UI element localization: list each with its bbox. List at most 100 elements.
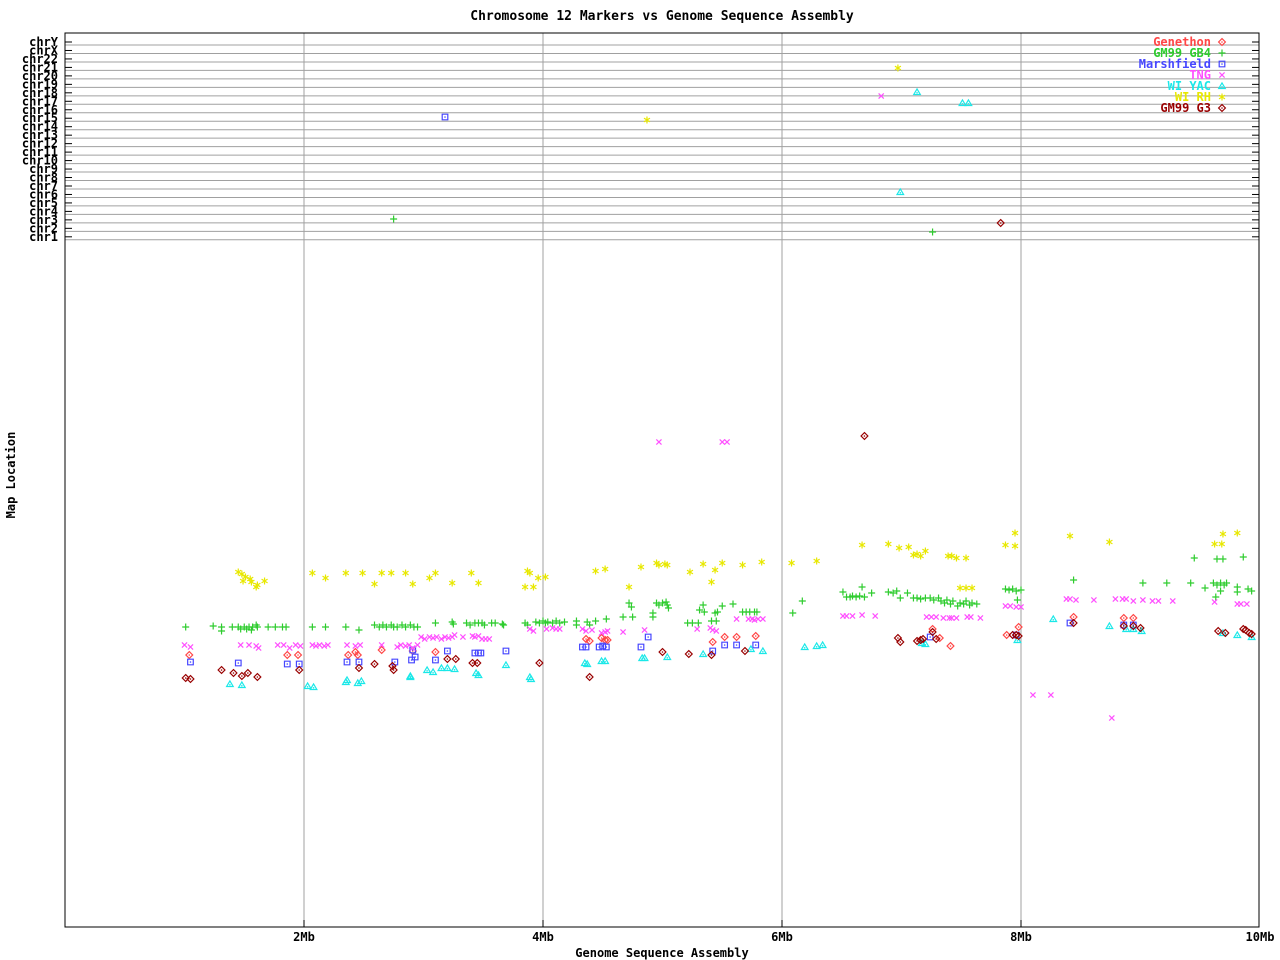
data-point-marker (884, 588, 892, 596)
data-point-marker (1119, 613, 1129, 623)
data-point-marker (688, 619, 696, 627)
data-point-marker (1129, 613, 1138, 623)
data-point-marker (1155, 597, 1162, 605)
data-point-marker (860, 431, 869, 441)
data-point-marker (294, 665, 304, 675)
data-point-marker (1187, 579, 1195, 587)
data-point-marker (1047, 691, 1054, 699)
data-point-marker (641, 626, 648, 634)
data-point-marker (428, 667, 438, 676)
data-point-marker (872, 612, 879, 620)
plot-border (64, 32, 1260, 928)
data-point-marker (953, 614, 960, 622)
x-tick-label: 8Mb (1010, 930, 1032, 944)
data-point-marker (432, 569, 439, 577)
data-point-marker (414, 623, 422, 631)
data-point-marker (1002, 541, 1009, 549)
data-point-marker (246, 641, 253, 649)
data-point-marker (789, 609, 797, 617)
data-point-marker (1218, 71, 1226, 79)
data-point-marker (185, 650, 194, 660)
data-point-marker (502, 647, 510, 655)
chromosome-label: chr1 (29, 230, 58, 244)
data-point-marker (228, 623, 236, 631)
data-point-marker (629, 613, 637, 621)
data-point-marker (718, 602, 726, 610)
data-point-marker (1090, 596, 1097, 604)
data-point-marker (422, 665, 432, 674)
data-point-marker (720, 632, 729, 642)
data-point-marker (940, 614, 947, 622)
data-point-marker (903, 589, 911, 597)
data-point-marker (885, 540, 892, 548)
data-point-marker (582, 643, 590, 651)
data-point-marker (274, 641, 281, 649)
data-point-marker (1105, 621, 1114, 630)
data-point-marker (498, 620, 506, 628)
data-point-marker (813, 557, 820, 565)
data-point-marker (962, 554, 970, 562)
data-point-marker (707, 650, 716, 660)
data-point-marker (1211, 598, 1218, 606)
data-point-marker (585, 672, 594, 682)
data-point-marker (643, 116, 651, 124)
data-point-marker (532, 618, 540, 626)
data-point-marker (253, 672, 262, 682)
data-point-marker (601, 565, 609, 573)
data-point-marker (658, 647, 667, 657)
data-point-marker (1072, 596, 1079, 604)
data-point-marker (977, 614, 984, 622)
data-point-marker (699, 601, 707, 609)
data-point-marker (895, 544, 903, 552)
data-point-marker (1066, 532, 1074, 540)
data-point-marker (283, 660, 291, 668)
data-point-marker (308, 623, 316, 631)
data-point-marker (592, 567, 599, 575)
data-point-marker (1217, 103, 1227, 113)
data-point-marker (718, 559, 726, 567)
data-point-marker (501, 660, 511, 669)
data-point-marker (432, 656, 439, 664)
data-point-marker (443, 654, 452, 664)
data-point-marker (858, 541, 866, 549)
data-point-marker (600, 656, 610, 665)
x-tick-label: 10Mb (1246, 930, 1275, 944)
data-point-marker (1232, 630, 1242, 639)
data-point-marker (297, 642, 304, 650)
data-point-marker (261, 577, 268, 585)
data-point-marker (357, 676, 366, 685)
data-point-marker (928, 613, 935, 621)
data-point-marker (1233, 588, 1241, 596)
data-point-marker (1070, 576, 1078, 584)
series-wi-yac (225, 87, 1256, 691)
data-point-marker (264, 623, 272, 631)
data-point-marker (187, 658, 194, 666)
data-point-marker (521, 583, 529, 591)
data-point-marker (491, 619, 499, 627)
data-point-marker (973, 600, 981, 608)
data-point-marker (371, 580, 378, 588)
data-point-marker (686, 568, 694, 576)
data-point-marker (1190, 554, 1198, 562)
data-point-marker (431, 619, 439, 627)
data-point-marker (662, 652, 672, 661)
data-point-marker (459, 633, 466, 641)
data-point-marker (359, 569, 366, 577)
data-point-marker (354, 663, 364, 673)
data-point-marker (572, 621, 580, 629)
data-point-marker (1211, 540, 1218, 548)
data-point-marker (309, 569, 316, 577)
data-point-marker (798, 597, 806, 605)
data-point-marker (868, 589, 876, 597)
data-point-marker (1237, 600, 1244, 608)
data-point-marker (711, 566, 719, 574)
data-point-marker (309, 682, 318, 691)
data-point-marker (303, 681, 312, 690)
data-point-marker (229, 668, 238, 678)
data-point-marker (800, 642, 810, 651)
data-point-marker (283, 650, 292, 660)
legend-label: GM99 G3 (1160, 101, 1211, 115)
data-point-marker (450, 664, 459, 673)
data-point-marker (1219, 555, 1227, 563)
data-point-marker (912, 87, 922, 96)
